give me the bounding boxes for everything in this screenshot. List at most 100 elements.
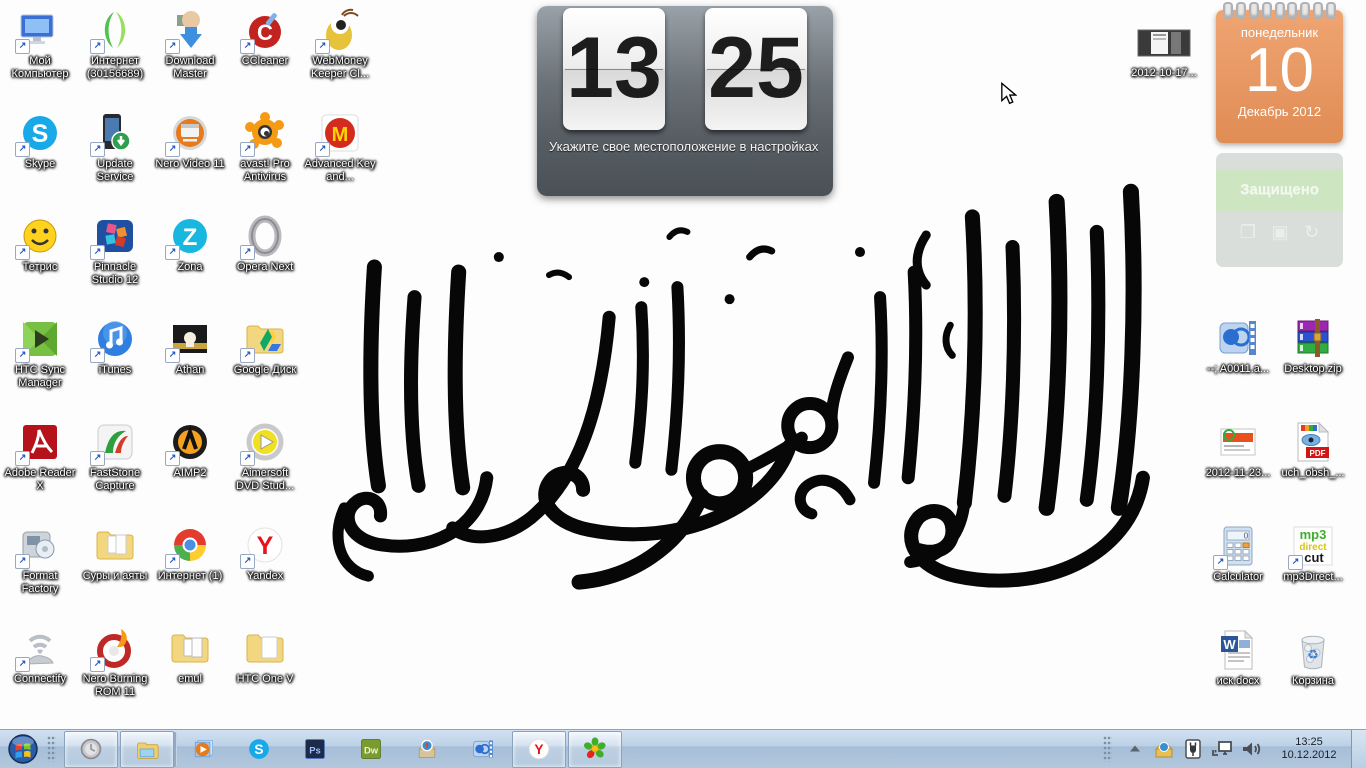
stop-icon[interactable]: ▣ — [1272, 222, 1289, 243]
desktop-icon-isk-docx[interactable]: W иск.docx — [1202, 628, 1274, 688]
desktop-icon-emul-folder[interactable]: emul — [154, 626, 226, 686]
desktop-icon-ccleaner[interactable]: C ↗ CCleaner — [229, 8, 301, 68]
desktop-icon-video-2012-10-17[interactable]: 2012-10-17... — [1128, 20, 1200, 80]
desktop-icon-pinnacle[interactable]: ↗ Pinnacle Studio 12 — [79, 214, 151, 287]
svg-text:PDF: PDF — [1310, 449, 1326, 458]
video-file-icon — [1219, 321, 1256, 355]
pdf-viewer-icon: PDF — [1297, 421, 1330, 462]
desktop-icon-adobe-reader[interactable]: ↗ Adobe Reader X — [4, 420, 76, 493]
shortcut-arrow-icon: ↗ — [315, 142, 330, 157]
desktop-icon-suras-folder[interactable]: Суры и аяты — [79, 523, 151, 583]
taskbar-button-dreamweaver[interactable]: Dw — [344, 731, 398, 768]
show-desktop-button[interactable] — [1351, 730, 1366, 768]
desktop-icon-zona[interactable]: Z ↗ Zona — [154, 214, 226, 274]
safely-remove-hardware-icon[interactable] — [1181, 737, 1205, 761]
desktop-icon-nero-burning[interactable]: ↗ Nero Burning ROM 11 — [79, 626, 151, 699]
desktop-icon-download-master[interactable]: ↗ Download Master — [154, 8, 226, 81]
shortcut-arrow-icon: ↗ — [15, 142, 30, 157]
desktop-icon-nero-video[interactable]: ↗ Nero Video 11 — [154, 111, 226, 171]
desktop-icon-skype[interactable]: S ↗ Skype — [4, 111, 76, 171]
shortcut-arrow-icon: ↗ — [165, 451, 180, 466]
desktop-icon-aimersoft[interactable]: ↗ Aimersoft DVD Stud... — [229, 420, 301, 493]
desktop-icon-internet-30156689[interactable]: ↗ Интернет (30156689) — [79, 8, 151, 81]
desktop-icon-yandex[interactable]: Y ↗ Yandex — [229, 523, 301, 583]
shortcut-arrow-icon: ↗ — [240, 39, 255, 54]
taskbar-button-photoshop[interactable]: Ps — [288, 731, 342, 768]
icon-label: Opera Next — [236, 261, 294, 273]
desktop-icon-webmoney[interactable]: ↗ WebMoney Keeper Cl... — [304, 8, 376, 81]
desktop-icon-update-service[interactable]: ↗ Update Service — [79, 111, 151, 184]
open-window-icon[interactable]: ❐ — [1240, 222, 1256, 243]
shortcut-arrow-icon: ↗ — [1288, 555, 1303, 570]
desktop-icon-aimp2[interactable]: ↗ AIMP2 — [154, 420, 226, 480]
icon-label: CCleaner — [241, 55, 289, 67]
desktop-icon-mp3directcut[interactable]: mp3 direct cut ↗ mp3Direct... — [1277, 524, 1349, 584]
icon-label: Корзина — [1292, 675, 1334, 687]
desktop-icon-tetris[interactable]: ↗ Тетрис — [4, 214, 76, 274]
mouse-cursor — [1001, 82, 1017, 105]
desktop-icon-recycle-bin[interactable]: ♻ Корзина — [1277, 628, 1349, 688]
svg-text:S: S — [254, 742, 263, 757]
taskbar-button-windows-explorer[interactable] — [120, 730, 174, 768]
taskbar-button-icq[interactable] — [568, 730, 622, 768]
desktop-icon-chrome[interactable]: ↗ Интернет (1) — [154, 523, 226, 583]
flip-clock-widget[interactable]: 13 25 Укажите свое местоположение в наст… — [537, 6, 833, 196]
image-thumbnail-icon — [1220, 428, 1256, 456]
start-button[interactable] — [8, 734, 38, 764]
desktop-icon-uch-obsh-pdf[interactable]: PDF uch_obsh_... — [1277, 420, 1349, 480]
shortcut-arrow-icon: ↗ — [165, 39, 180, 54]
taskbar-grip[interactable] — [47, 736, 56, 762]
desktop-icon-avast[interactable]: ↗ avast! Pro Antivirus — [229, 111, 301, 184]
film-player-icon — [473, 740, 493, 758]
shortcut-arrow-icon: ↗ — [90, 142, 105, 157]
icon-label: Yandex — [246, 570, 284, 582]
desktop-icon-htc-sync[interactable]: ↗ HTC Sync Manager — [4, 317, 76, 390]
shortcut-arrow-icon: ↗ — [15, 348, 30, 363]
icon-label: Nero Video 11 — [155, 158, 225, 170]
desktop-icon-htc-one-v-folder[interactable]: HTC One V — [229, 626, 301, 686]
desktop-icon-a0011-video[interactable]: --; A0011.a... — [1202, 316, 1274, 376]
icon-label: Athan — [175, 364, 205, 376]
icon-label: iTunes — [98, 364, 132, 376]
taskbar-button-clock-app[interactable] — [64, 730, 118, 768]
desktop-icon-faststone[interactable]: ↗ FastStone Capture — [79, 420, 151, 493]
icon-label: Skype — [24, 158, 56, 170]
desktop-icon-my-computer[interactable]: ↗ Мой Компьютер — [4, 8, 76, 81]
desktop-icon-format-factory[interactable]: ↗ Format Factory — [4, 523, 76, 596]
clock-hours-card: 13 — [563, 8, 665, 130]
shortcut-arrow-icon: ↗ — [90, 39, 105, 54]
icon-label: avast! Pro Antivirus — [240, 158, 290, 183]
shortcut-arrow-icon: ↗ — [240, 451, 255, 466]
icon-label: emul — [178, 673, 202, 685]
security-status-widget[interactable]: Защищено ❐ ▣ ↻ — [1216, 153, 1343, 267]
taskbar-button-media-player-classic[interactable] — [456, 731, 510, 768]
folder-icon — [246, 634, 284, 663]
desktop-icon-advanced-key[interactable]: M ↗ Advanced Key and... — [304, 111, 376, 184]
desktop-icon-itunes[interactable]: ↗ iTunes — [79, 317, 151, 377]
desktop-icon-connectify[interactable]: ↗ Connectify — [4, 626, 76, 686]
svg-text:Ps: Ps — [309, 744, 321, 755]
taskbar-grip[interactable] — [1103, 736, 1112, 762]
desktop-icon-google-drive[interactable]: ↗ Google Диск — [229, 317, 301, 377]
taskbar-button-yandex-browser[interactable]: Y — [512, 730, 566, 768]
daemon-tools-tray-icon[interactable] — [1152, 737, 1176, 761]
calendar-widget[interactable]: понедельник 10 Декабрь 2012 — [1216, 2, 1343, 143]
taskbar-button-daemon-tools[interactable] — [400, 731, 454, 768]
desktop-icon-athan[interactable]: ↗ Athan — [154, 317, 226, 377]
volume-icon[interactable] — [1239, 737, 1263, 761]
shortcut-arrow-icon: ↗ — [90, 657, 105, 672]
show-hidden-icons-arrow[interactable] — [1123, 737, 1147, 761]
desktop-icon-desktop-zip[interactable]: Desktop.zip — [1277, 316, 1349, 376]
taskbar-button-windows-media-player[interactable] — [176, 731, 230, 768]
icon-label: HTC One V — [236, 673, 294, 685]
system-tray — [1123, 737, 1263, 761]
refresh-icon[interactable]: ↻ — [1304, 222, 1319, 243]
taskbar-button-skype[interactable]: S — [232, 731, 286, 768]
taskbar-clock[interactable]: 13:25 10.12.2012 — [1273, 736, 1345, 762]
desktop-icon-photo-2012-11-23[interactable]: 2012-11-23... — [1202, 420, 1274, 480]
network-icon[interactable] — [1210, 737, 1234, 761]
svg-text:0: 0 — [1244, 532, 1249, 541]
icon-label: AIMP2 — [173, 467, 207, 479]
desktop-icon-opera-next[interactable]: ↗ Opera Next — [229, 214, 301, 274]
desktop-icon-calculator[interactable]: 0 ↗ Calculator — [1202, 524, 1274, 584]
